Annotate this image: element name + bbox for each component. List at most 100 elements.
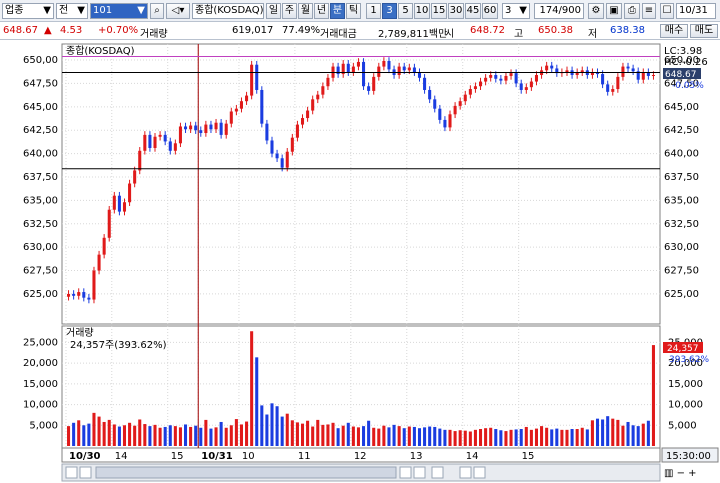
scroll-first-icon[interactable]	[65, 466, 78, 479]
candle	[519, 83, 523, 90]
candle	[67, 293, 71, 297]
volume-bar	[67, 426, 71, 446]
volume-bar	[504, 431, 508, 446]
settings-icon[interactable]: ⚙	[588, 3, 604, 19]
candle	[468, 89, 472, 95]
volume-bar	[163, 426, 167, 446]
candle	[356, 61, 360, 67]
volume-bar	[255, 357, 259, 446]
period-week-button[interactable]: 주	[282, 3, 297, 19]
minute-15-button[interactable]: 15	[431, 3, 447, 19]
volume-bar	[580, 427, 584, 446]
candle	[239, 101, 243, 109]
minute-1-button[interactable]: 1	[366, 3, 381, 19]
code-input[interactable]: 101 ▼	[90, 3, 148, 19]
volume-bar	[463, 430, 467, 446]
market-type-select[interactable]: 전 ▼	[56, 3, 88, 19]
save-icon[interactable]: ▣	[606, 3, 622, 19]
scroll-right-icon[interactable]	[399, 466, 412, 479]
volume-bar	[631, 425, 635, 446]
minute-10-button[interactable]: 10	[414, 3, 430, 19]
volume-current: 24,357주(393.62%)	[70, 340, 167, 351]
price-tick-label: 647,50	[23, 78, 58, 89]
scroll-left-icon[interactable]	[79, 466, 92, 479]
unit-select[interactable]: 3 ▼	[502, 3, 530, 19]
candle	[229, 111, 233, 124]
up-arrow-icon: ▲	[44, 25, 52, 36]
volume-bar	[468, 431, 472, 446]
search-icon[interactable]: ⌕	[150, 3, 164, 19]
candle	[214, 122, 218, 130]
period-minute-button[interactable]: 분	[330, 3, 345, 19]
candle	[387, 60, 391, 70]
quote-bar: 648.67 ▲ 4.53 +0.70% 거래량 619,017 77.49% …	[0, 22, 720, 40]
minute-30-button[interactable]: 30	[448, 3, 464, 19]
period-day-button[interactable]: 일	[266, 3, 281, 19]
period-year-button[interactable]: 년	[314, 3, 329, 19]
candle	[438, 108, 442, 120]
volume-bar	[306, 420, 310, 446]
candlestick-chart[interactable]: 650,00 650,00647,50 647,50645,00 645,00642,…	[0, 40, 720, 483]
volume-bar	[519, 429, 523, 446]
minute-5-button[interactable]: 5	[398, 3, 413, 19]
volume-bar	[626, 421, 630, 446]
volume-bar	[300, 423, 305, 446]
volume-bar	[280, 416, 284, 446]
volume-bar	[601, 419, 605, 446]
period-month-button[interactable]: 월	[298, 3, 313, 19]
minute-45-button[interactable]: 45	[465, 3, 481, 19]
volume-bar	[651, 345, 655, 446]
price-tick-label: 625,00	[23, 289, 58, 300]
price-tag-text: 648.67	[665, 70, 697, 80]
volume-bar	[117, 426, 121, 446]
volume-bar	[540, 426, 544, 446]
candle	[417, 72, 422, 78]
sell-button[interactable]: 매도	[690, 24, 718, 38]
minute-60-button[interactable]: 60	[482, 3, 498, 19]
candle	[509, 73, 513, 76]
price-tick-label: 637,50	[23, 172, 58, 183]
volume-label: 거래량	[140, 29, 168, 40]
candle	[351, 66, 355, 73]
volume-bar	[367, 420, 371, 446]
zoom-out-icon[interactable]	[459, 466, 472, 479]
menu-icon[interactable]: ≡	[642, 3, 656, 19]
candle	[112, 195, 116, 210]
volume-bar	[550, 429, 554, 446]
price-tick-label-right: 640,00	[664, 149, 699, 160]
scroll-last-icon[interactable]	[413, 466, 426, 479]
volume-ratio: 77.49%	[282, 25, 321, 36]
minute-3-button[interactable]: 3	[382, 3, 397, 19]
candle	[448, 114, 452, 128]
candle	[138, 150, 142, 171]
count-field[interactable]: 174/900	[534, 3, 584, 19]
candle	[601, 74, 605, 85]
candle	[173, 143, 177, 151]
scroll-thumb[interactable]	[95, 466, 397, 479]
price-tick-label-right: 625,00	[664, 289, 699, 300]
volume-bar	[173, 426, 177, 446]
speaker-icon[interactable]: ◁▾	[166, 3, 190, 19]
price-tick-label-right: 632,50	[664, 219, 699, 230]
candle	[209, 124, 213, 130]
price-tick-label: 632,50	[23, 219, 58, 230]
buy-button[interactable]: 매수	[660, 24, 688, 38]
zoom-controls-icon[interactable]: ▥ − +	[664, 468, 697, 479]
print-icon[interactable]: ⎙	[624, 3, 640, 19]
volume-bar	[214, 427, 218, 446]
zoom-in-icon[interactable]	[473, 466, 486, 479]
candle	[234, 108, 238, 112]
period-tick-button[interactable]: 틱	[346, 3, 361, 19]
candle	[107, 209, 111, 238]
volume-bar	[311, 426, 315, 446]
candle	[97, 254, 101, 271]
volume-tick-label: 20,000	[23, 358, 58, 369]
market-select[interactable]: 업종 ▼	[2, 3, 54, 19]
volume-tick-label-right: 15,000	[668, 379, 703, 390]
date-check-icon[interactable]: ☐	[660, 3, 674, 19]
candle	[499, 78, 503, 81]
volume-tick-label: 25,000	[23, 337, 58, 348]
lc-label: LC:3.98	[664, 46, 702, 57]
date-field[interactable]: 10/31	[676, 3, 716, 19]
stop-icon[interactable]	[431, 466, 444, 479]
